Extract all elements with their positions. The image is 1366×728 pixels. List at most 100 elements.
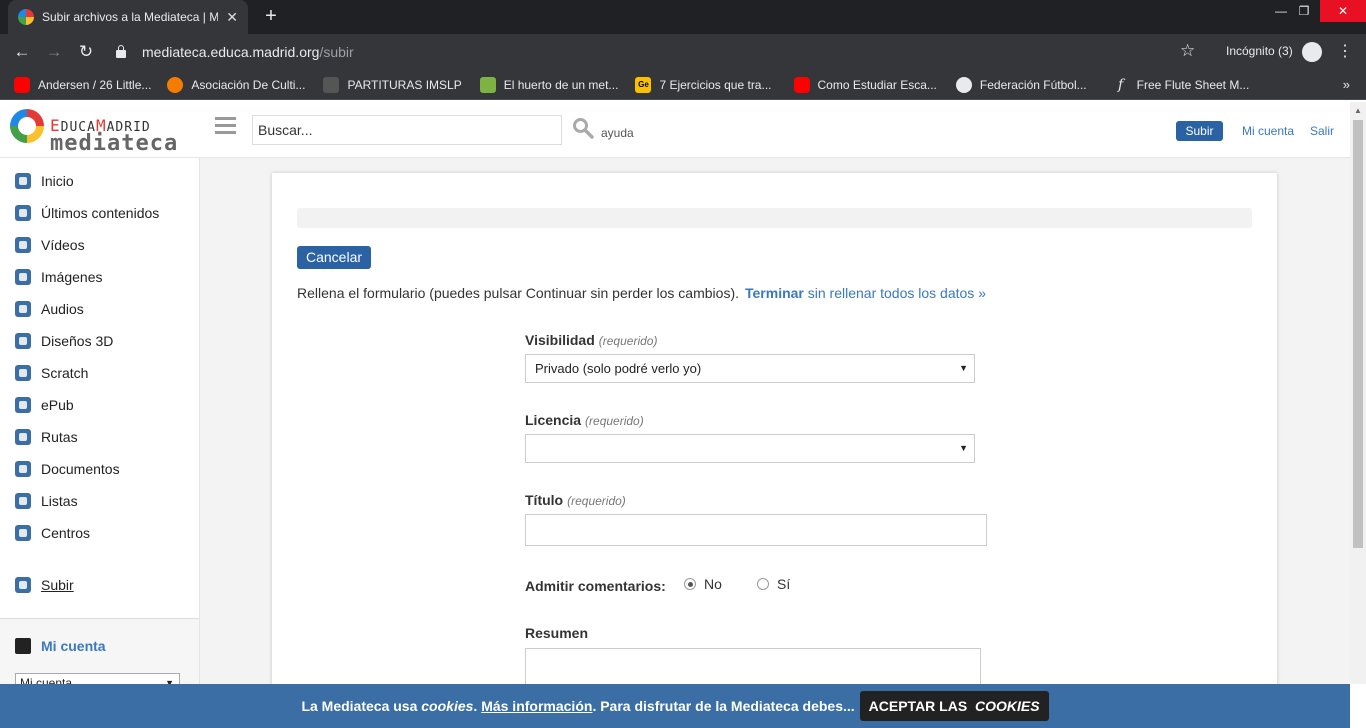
upload-form-card: Cancelar Rellena el formulario (puedes p… bbox=[272, 173, 1277, 698]
upload-icon bbox=[15, 577, 31, 593]
license-select[interactable]: ▼ bbox=[525, 434, 975, 463]
sidebar-item-disenos-3d[interactable]: Diseños 3D bbox=[15, 331, 113, 351]
sidebar-item-videos[interactable]: Vídeos bbox=[15, 235, 85, 255]
comments-label: Admitir comentarios: bbox=[525, 578, 666, 594]
building-icon bbox=[15, 525, 31, 541]
epub-icon bbox=[15, 397, 31, 413]
main-content: Cancelar Rellena el formulario (puedes p… bbox=[200, 158, 1350, 698]
title-label: Título (requerido) bbox=[525, 492, 626, 508]
my-account-link[interactable]: Mi cuenta bbox=[1242, 124, 1294, 138]
comments-no-option[interactable]: No bbox=[684, 576, 722, 592]
close-window-icon[interactable]: ✕ bbox=[1320, 0, 1366, 22]
bookmarks-bar: Andersen / 26 Little... Asociación De Cu… bbox=[0, 70, 1366, 100]
radio-yes[interactable] bbox=[757, 578, 769, 590]
accept-cookies-button[interactable]: ACEPTAR LAS COOKIES bbox=[859, 691, 1049, 721]
imslp-icon bbox=[323, 76, 340, 93]
sidebar-item-inicio[interactable]: Inicio bbox=[15, 171, 74, 191]
comments-yes-option[interactable]: Sí bbox=[757, 576, 790, 592]
browser-tab-active[interactable]: Subir archivos a la Mediateca | M ✕ bbox=[8, 0, 248, 34]
educamadrid-logo-icon[interactable] bbox=[10, 109, 44, 143]
youtube-icon bbox=[14, 76, 30, 93]
video-icon bbox=[15, 237, 31, 253]
search-icon[interactable] bbox=[572, 117, 594, 139]
reload-icon[interactable]: ↻ bbox=[75, 41, 97, 63]
browser-toolbar: ← → ↻ mediateca.educa.madrid.org/subir ☆… bbox=[0, 34, 1366, 70]
sidebar-item-imagenes[interactable]: Imágenes bbox=[15, 267, 102, 287]
lock-icon bbox=[116, 45, 126, 58]
bookmarks-more-icon[interactable]: » bbox=[1343, 77, 1350, 92]
browser-tab-strip: Subir archivos a la Mediateca | M ✕ + — … bbox=[0, 0, 1366, 34]
sidebar-item-documentos[interactable]: Documentos bbox=[15, 459, 120, 479]
incognito-icon[interactable] bbox=[1302, 42, 1322, 62]
back-arrow-icon[interactable]: ← bbox=[11, 41, 33, 63]
upload-button[interactable]: Subir bbox=[1176, 121, 1223, 141]
finish-link[interactable]: Terminar sin rellenar todos los datos » bbox=[745, 285, 986, 301]
orange-circle-icon bbox=[167, 76, 184, 93]
sidebar-item-listas[interactable]: Listas bbox=[15, 491, 78, 511]
leaf-icon bbox=[479, 76, 496, 93]
license-label: Licencia (requerido) bbox=[525, 412, 644, 428]
logout-link[interactable]: Salir bbox=[1310, 124, 1334, 138]
sidebar-item-scratch[interactable]: Scratch bbox=[15, 363, 88, 383]
address-bar[interactable]: mediateca.educa.madrid.org/subir bbox=[108, 38, 1208, 66]
url-path: /subir bbox=[319, 44, 354, 60]
site-header: EDUCAMADRID mediateca ayuda Subir Mi cue… bbox=[0, 102, 1350, 158]
sidebar-item-centros[interactable]: Centros bbox=[15, 523, 90, 543]
sidebar-item-subir[interactable]: Subir bbox=[15, 575, 74, 595]
chevron-down-icon: ▼ bbox=[959, 443, 968, 453]
audio-icon bbox=[15, 301, 31, 317]
more-info-link[interactable]: Más información bbox=[481, 698, 592, 714]
radio-no[interactable] bbox=[684, 578, 696, 590]
sidebar-item-epub[interactable]: ePub bbox=[15, 395, 74, 415]
scroll-up-icon[interactable]: ▲ bbox=[1354, 106, 1362, 115]
cookie-banner: La Mediateca usa cookies. Más informació… bbox=[0, 684, 1350, 728]
sidebar-item-ultimos[interactable]: Últimos contenidos bbox=[15, 203, 159, 223]
flute-icon: f bbox=[1118, 76, 1124, 93]
tab-title: Subir archivos a la Mediateca | M bbox=[42, 10, 219, 24]
ge-icon: Ge bbox=[635, 76, 652, 93]
bookmark-item[interactable]: Federación Fútbol... bbox=[955, 76, 1087, 93]
flag-icon bbox=[15, 429, 31, 445]
title-input[interactable] bbox=[525, 514, 987, 546]
bookmark-star-icon[interactable]: ☆ bbox=[1180, 41, 1195, 61]
bookmark-item[interactable]: El huerto de un met... bbox=[479, 76, 618, 93]
summary-label: Resumen bbox=[525, 625, 589, 641]
cube-icon bbox=[15, 333, 31, 349]
form-instructions: Rellena el formulario (puedes pulsar Con… bbox=[297, 285, 739, 301]
browser-menu-icon[interactable]: ⋮ bbox=[1337, 41, 1353, 61]
sidebar-item-audios[interactable]: Audios bbox=[15, 299, 84, 319]
document-icon bbox=[15, 461, 31, 477]
scrollbar-thumb[interactable] bbox=[1353, 120, 1363, 548]
url-host: mediateca.educa.madrid.org bbox=[142, 44, 320, 60]
camera-icon bbox=[15, 269, 31, 285]
globe-icon bbox=[955, 76, 972, 93]
bookmark-item[interactable]: Ge 7 Ejercicios que tra... bbox=[635, 76, 772, 93]
list-icon bbox=[15, 493, 31, 509]
bookmark-item[interactable]: Como Estudiar Esca... bbox=[793, 76, 937, 93]
help-link[interactable]: ayuda bbox=[601, 126, 634, 140]
visibility-select[interactable]: Privado (solo podré verlo yo) ▼ bbox=[525, 354, 975, 383]
visibility-label: Visibilidad (requerido) bbox=[525, 332, 658, 348]
sidebar: Inicio Últimos contenidos Vídeos Imágene… bbox=[0, 158, 200, 693]
bookmark-item[interactable]: Asociación De Culti... bbox=[167, 76, 305, 93]
logo-mediateca[interactable]: mediateca bbox=[50, 131, 178, 156]
forward-arrow-icon[interactable]: → bbox=[43, 41, 65, 63]
tab-close-icon[interactable]: ✕ bbox=[226, 9, 238, 26]
upload-progress-bar bbox=[297, 208, 1252, 228]
page-scrollbar[interactable]: ▲ bbox=[1350, 102, 1366, 684]
bookmark-item[interactable]: f Free Flute Sheet M... bbox=[1113, 76, 1249, 93]
bookmark-item[interactable]: Andersen / 26 Little... bbox=[14, 76, 151, 93]
hamburger-menu-icon[interactable] bbox=[215, 117, 236, 135]
youtube-icon bbox=[793, 76, 810, 93]
new-tab-button[interactable]: + bbox=[260, 5, 282, 27]
bookmark-item[interactable]: PARTITURAS IMSLP bbox=[323, 76, 462, 93]
clock-icon bbox=[15, 205, 31, 221]
sidebar-item-rutas[interactable]: Rutas bbox=[15, 427, 78, 447]
chevron-down-icon: ▼ bbox=[959, 363, 968, 373]
cancel-button[interactable]: Cancelar bbox=[297, 246, 371, 269]
search-input[interactable] bbox=[252, 115, 562, 145]
incognito-label[interactable]: Incógnito (3) bbox=[1226, 44, 1293, 58]
account-title[interactable]: Mi cuenta bbox=[15, 638, 106, 654]
home-icon bbox=[15, 173, 31, 189]
scratch-icon bbox=[15, 365, 31, 381]
